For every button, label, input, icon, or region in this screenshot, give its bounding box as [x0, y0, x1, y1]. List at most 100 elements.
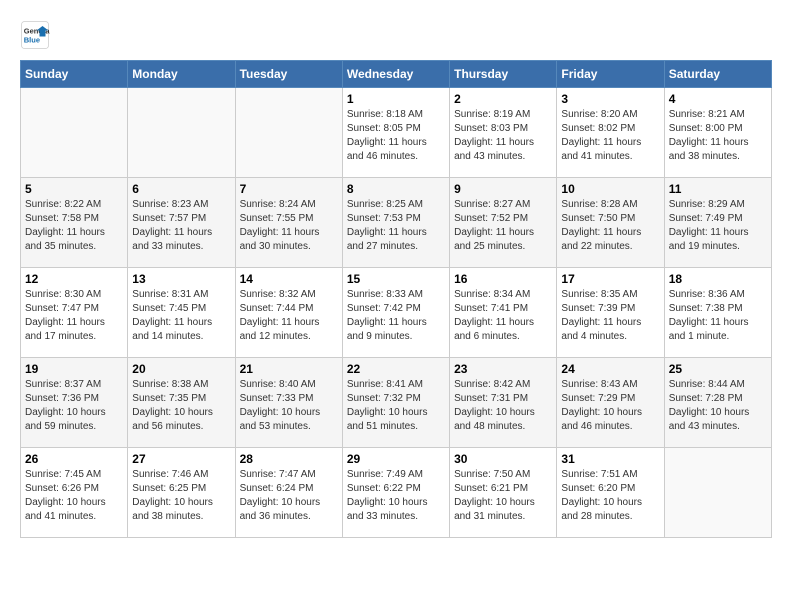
day-info: Sunrise: 7:46 AMSunset: 6:25 PMDaylight:…	[132, 468, 230, 524]
day-number: 3	[561, 92, 659, 106]
calendar-cell: 29 Sunrise: 7:49 AMSunset: 6:22 PMDayligh…	[342, 448, 449, 538]
day-info: Sunrise: 7:51 AMSunset: 6:20 PMDaylight:…	[561, 468, 659, 524]
day-info: Sunrise: 8:29 AMSunset: 7:49 PMDaylight:…	[669, 198, 767, 254]
day-info: Sunrise: 7:50 AMSunset: 6:21 PMDaylight:…	[454, 468, 552, 524]
day-number: 15	[347, 272, 445, 286]
day-info: Sunrise: 8:21 AMSunset: 8:00 PMDaylight:…	[669, 108, 767, 164]
page-header: General Blue	[20, 20, 772, 50]
day-number: 2	[454, 92, 552, 106]
calendar-cell: 31 Sunrise: 7:51 AMSunset: 6:20 PMDayligh…	[557, 448, 664, 538]
day-number: 1	[347, 92, 445, 106]
calendar-cell: 23 Sunrise: 8:42 AMSunset: 7:31 PMDayligh…	[450, 358, 557, 448]
day-info: Sunrise: 8:22 AMSunset: 7:58 PMDaylight:…	[25, 198, 123, 254]
calendar-cell: 15Sunrise: 8:33 AMSunset: 7:42 PMDayligh…	[342, 268, 449, 358]
calendar-cell: 7 Sunrise: 8:24 AMSunset: 7:55 PMDaylight…	[235, 178, 342, 268]
calendar-cell: 14 Sunrise: 8:32 AMSunset: 7:44 PMDayligh…	[235, 268, 342, 358]
calendar-week-row: 5 Sunrise: 8:22 AMSunset: 7:58 PMDaylight…	[21, 178, 772, 268]
calendar-cell: 12 Sunrise: 8:30 AMSunset: 7:47 PMDayligh…	[21, 268, 128, 358]
header-friday: Friday	[557, 61, 664, 88]
calendar-cell: 22Sunrise: 8:41 AMSunset: 7:32 PMDayligh…	[342, 358, 449, 448]
day-info: Sunrise: 8:36 AMSunset: 7:38 PMDaylight:…	[669, 288, 767, 344]
calendar-cell: 11 Sunrise: 8:29 AMSunset: 7:49 PMDayligh…	[664, 178, 771, 268]
calendar-cell: 17Sunrise: 8:35 AMSunset: 7:39 PMDayligh…	[557, 268, 664, 358]
header-monday: Monday	[128, 61, 235, 88]
day-info: Sunrise: 8:34 AMSunset: 7:41 PMDaylight:…	[454, 288, 552, 344]
header-tuesday: Tuesday	[235, 61, 342, 88]
day-number: 25	[669, 362, 767, 376]
day-number: 11	[669, 182, 767, 196]
day-info: Sunrise: 8:32 AMSunset: 7:44 PMDaylight:…	[240, 288, 338, 344]
calendar-cell: 6 Sunrise: 8:23 AMSunset: 7:57 PMDaylight…	[128, 178, 235, 268]
calendar-cell: 30 Sunrise: 7:50 AMSunset: 6:21 PMDayligh…	[450, 448, 557, 538]
calendar-cell: 5 Sunrise: 8:22 AMSunset: 7:58 PMDaylight…	[21, 178, 128, 268]
svg-text:Blue: Blue	[24, 36, 40, 45]
day-info: Sunrise: 7:45 AMSunset: 6:26 PMDaylight:…	[25, 468, 123, 524]
calendar-cell	[21, 88, 128, 178]
day-number: 30	[454, 452, 552, 466]
calendar-cell: 10Sunrise: 8:28 AMSunset: 7:50 PMDayligh…	[557, 178, 664, 268]
day-info: Sunrise: 7:49 AMSunset: 6:22 PMDaylight:…	[347, 468, 445, 524]
day-number: 8	[347, 182, 445, 196]
day-number: 5	[25, 182, 123, 196]
day-info: Sunrise: 8:25 AMSunset: 7:53 PMDaylight:…	[347, 198, 445, 254]
day-number: 22	[347, 362, 445, 376]
calendar-cell: 8 Sunrise: 8:25 AMSunset: 7:53 PMDaylight…	[342, 178, 449, 268]
svg-text:General: General	[24, 27, 50, 36]
logo-icon: General Blue	[20, 20, 50, 50]
calendar-cell: 27 Sunrise: 7:46 AMSunset: 6:25 PMDayligh…	[128, 448, 235, 538]
calendar-cell: 19 Sunrise: 8:37 AMSunset: 7:36 PMDayligh…	[21, 358, 128, 448]
day-number: 21	[240, 362, 338, 376]
calendar-cell: 16 Sunrise: 8:34 AMSunset: 7:41 PMDayligh…	[450, 268, 557, 358]
day-info: Sunrise: 8:40 AMSunset: 7:33 PMDaylight:…	[240, 378, 338, 434]
day-number: 7	[240, 182, 338, 196]
calendar-cell: 20 Sunrise: 8:38 AMSunset: 7:35 PMDayligh…	[128, 358, 235, 448]
day-info: Sunrise: 8:18 AMSunset: 8:05 PMDaylight:…	[347, 108, 445, 164]
day-number: 26	[25, 452, 123, 466]
calendar-cell	[664, 448, 771, 538]
calendar-cell: 1 Sunrise: 8:18 AMSunset: 8:05 PMDaylight…	[342, 88, 449, 178]
day-number: 12	[25, 272, 123, 286]
day-number: 18	[669, 272, 767, 286]
day-info: Sunrise: 8:38 AMSunset: 7:35 PMDaylight:…	[132, 378, 230, 434]
day-number: 9	[454, 182, 552, 196]
calendar-cell: 13Sunrise: 8:31 AMSunset: 7:45 PMDayligh…	[128, 268, 235, 358]
day-info: Sunrise: 8:30 AMSunset: 7:47 PMDaylight:…	[25, 288, 123, 344]
calendar-cell: 3 Sunrise: 8:20 AMSunset: 8:02 PMDaylight…	[557, 88, 664, 178]
day-number: 23	[454, 362, 552, 376]
day-number: 13	[132, 272, 230, 286]
calendar-week-row: 12 Sunrise: 8:30 AMSunset: 7:47 PMDayligh…	[21, 268, 772, 358]
day-number: 6	[132, 182, 230, 196]
day-info: Sunrise: 7:47 AMSunset: 6:24 PMDaylight:…	[240, 468, 338, 524]
calendar-cell	[235, 88, 342, 178]
day-number: 14	[240, 272, 338, 286]
day-number: 20	[132, 362, 230, 376]
day-info: Sunrise: 8:37 AMSunset: 7:36 PMDaylight:…	[25, 378, 123, 434]
calendar-cell: 2 Sunrise: 8:19 AMSunset: 8:03 PMDaylight…	[450, 88, 557, 178]
day-number: 16	[454, 272, 552, 286]
header-sunday: Sunday	[21, 61, 128, 88]
day-info: Sunrise: 8:24 AMSunset: 7:55 PMDaylight:…	[240, 198, 338, 254]
day-number: 29	[347, 452, 445, 466]
day-number: 24	[561, 362, 659, 376]
day-number: 27	[132, 452, 230, 466]
day-info: Sunrise: 8:20 AMSunset: 8:02 PMDaylight:…	[561, 108, 659, 164]
calendar-header-row: Sunday Monday Tuesday Wednesday Thursday…	[21, 61, 772, 88]
day-number: 4	[669, 92, 767, 106]
day-number: 31	[561, 452, 659, 466]
header-saturday: Saturday	[664, 61, 771, 88]
day-info: Sunrise: 8:23 AMSunset: 7:57 PMDaylight:…	[132, 198, 230, 254]
day-info: Sunrise: 8:27 AMSunset: 7:52 PMDaylight:…	[454, 198, 552, 254]
calendar-cell: 21 Sunrise: 8:40 AMSunset: 7:33 PMDayligh…	[235, 358, 342, 448]
calendar-cell: 26 Sunrise: 7:45 AMSunset: 6:26 PMDayligh…	[21, 448, 128, 538]
day-number: 19	[25, 362, 123, 376]
calendar-cell: 18 Sunrise: 8:36 AMSunset: 7:38 PMDayligh…	[664, 268, 771, 358]
day-info: Sunrise: 8:19 AMSunset: 8:03 PMDaylight:…	[454, 108, 552, 164]
day-info: Sunrise: 8:44 AMSunset: 7:28 PMDaylight:…	[669, 378, 767, 434]
calendar-cell: 25 Sunrise: 8:44 AMSunset: 7:28 PMDayligh…	[664, 358, 771, 448]
calendar-cell: 9 Sunrise: 8:27 AMSunset: 7:52 PMDaylight…	[450, 178, 557, 268]
calendar-week-row: 1 Sunrise: 8:18 AMSunset: 8:05 PMDaylight…	[21, 88, 772, 178]
day-info: Sunrise: 8:35 AMSunset: 7:39 PMDaylight:…	[561, 288, 659, 344]
day-info: Sunrise: 8:42 AMSunset: 7:31 PMDaylight:…	[454, 378, 552, 434]
calendar-week-row: 19 Sunrise: 8:37 AMSunset: 7:36 PMDayligh…	[21, 358, 772, 448]
day-number: 10	[561, 182, 659, 196]
